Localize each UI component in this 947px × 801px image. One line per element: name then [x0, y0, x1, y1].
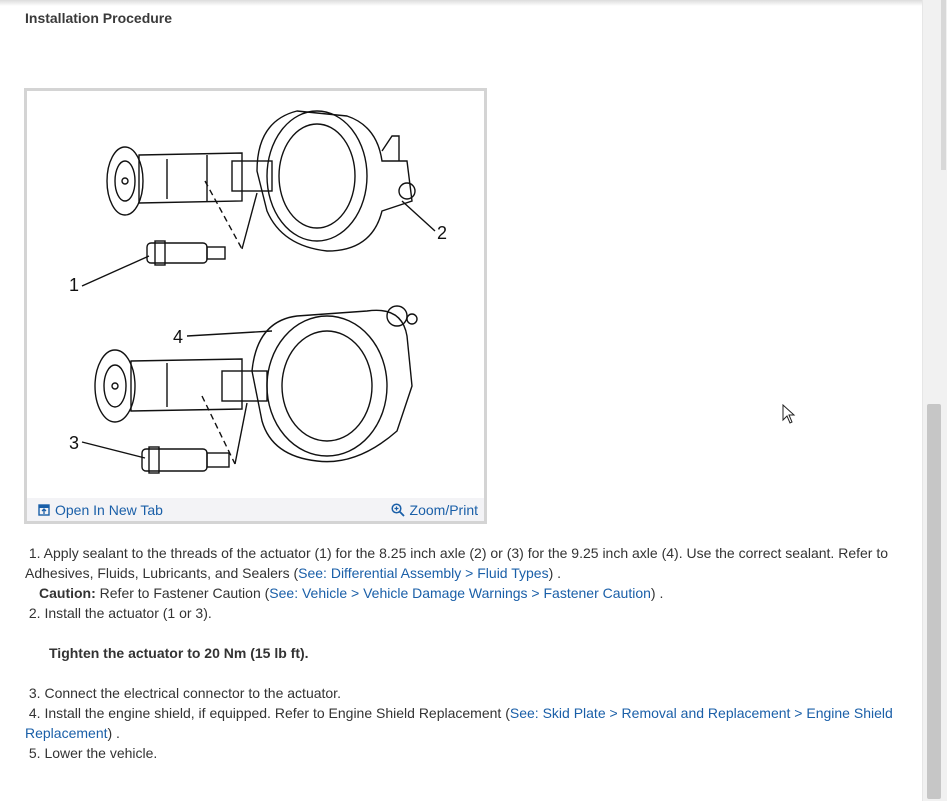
figure-panel: 1 2 3 4 Open In New Tab Zoom/Print — [24, 88, 487, 524]
open-in-new-tab-label: Open In New Tab — [55, 502, 163, 518]
zoom-print-link[interactable]: Zoom/Print — [390, 502, 478, 518]
procedure-steps: 1. Apply sealant to the threads of the a… — [25, 543, 905, 763]
lower-actuator — [141, 446, 230, 474]
step-3: 3. Connect the electrical connector to t… — [28, 685, 341, 701]
step-5: 5. Lower the vehicle. — [28, 745, 158, 761]
upper-actuator — [146, 240, 226, 266]
document-content: Installation Procedure 1 2 3 4 Open In N… — [0, 0, 922, 801]
section-title: Installation Procedure — [25, 10, 173, 26]
fluid-types-link[interactable]: See: Differential Assembly > Fluid Types — [298, 565, 548, 581]
callout-3: 3 — [69, 433, 79, 453]
open-tab-icon — [38, 504, 50, 516]
lower-axle-flange — [94, 349, 136, 423]
callout-4: 4 — [173, 327, 183, 347]
open-in-new-tab-link[interactable]: Open In New Tab — [38, 502, 163, 518]
scrollbar-thumb[interactable] — [927, 404, 941, 799]
mouse-cursor-icon — [782, 404, 796, 424]
outer-scrollbar-thumb[interactable] — [941, 0, 946, 170]
step-4: 4. Install the engine shield, if equippe… — [25, 705, 893, 741]
fastener-caution-link[interactable]: See: Vehicle > Vehicle Damage Warnings >… — [269, 585, 651, 601]
magnifier-plus-icon — [390, 503, 405, 517]
callout-2: 2 — [437, 223, 447, 243]
caution-note: Caution: Refer to Fastener Caution (See:… — [39, 585, 664, 601]
caution-label: Caution: — [39, 585, 96, 601]
axle-actuator-illustration: 1 2 3 4 — [69, 110, 447, 474]
step-2: 2. Install the actuator (1 or 3). — [28, 605, 212, 621]
zoom-print-label: Zoom/Print — [409, 502, 478, 518]
torque-spec: Tighten the actuator to 20 Nm (15 lb ft)… — [49, 645, 309, 661]
callout-1: 1 — [69, 275, 79, 295]
upper-axle-flange — [106, 146, 144, 216]
step-1: 1. Apply sealant to the threads of the a… — [25, 545, 889, 581]
figure-toolbar: Open In New Tab Zoom/Print — [27, 498, 484, 521]
vertical-scrollbar[interactable] — [922, 0, 947, 801]
